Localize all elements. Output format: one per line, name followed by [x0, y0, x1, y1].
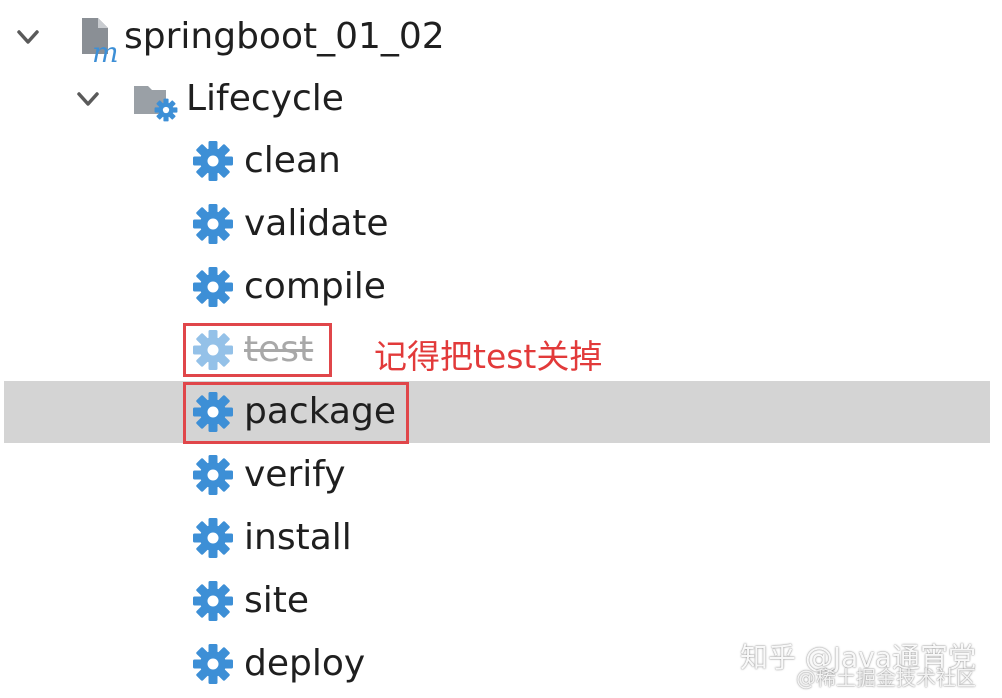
chevron-down-icon[interactable]	[74, 85, 102, 113]
phase-label: site	[244, 580, 310, 621]
lifecycle-folder-icon	[134, 86, 178, 122]
gear-icon	[192, 454, 234, 496]
highlight-box-package	[183, 382, 409, 444]
phase-package[interactable]: package	[0, 381, 1002, 443]
gear-icon	[192, 140, 234, 182]
phase-verify[interactable]: verify	[0, 444, 1002, 506]
phase-label: validate	[244, 203, 389, 244]
highlight-box-test	[183, 323, 332, 377]
gear-icon	[192, 643, 234, 685]
phase-install[interactable]: install	[0, 507, 1002, 569]
gear-icon	[192, 580, 234, 622]
chevron-down-icon[interactable]	[14, 23, 42, 51]
phase-label: deploy	[244, 643, 366, 684]
lifecycle-label: Lifecycle	[186, 78, 344, 119]
phase-label: compile	[244, 266, 386, 307]
phase-clean[interactable]: clean	[0, 130, 1002, 192]
watermark-juejin: @稀土掘金技术社区	[796, 666, 976, 690]
phase-label: install	[244, 517, 352, 558]
svg-text:m: m	[92, 36, 119, 64]
phase-label: clean	[244, 140, 341, 181]
tree-node-lifecycle[interactable]: Lifecycle	[0, 68, 1002, 130]
tree-node-project[interactable]: m springboot_01_02	[0, 6, 1002, 68]
maven-module-icon: m	[82, 18, 119, 64]
gear-icon	[192, 517, 234, 559]
gear-icon	[192, 203, 234, 245]
phase-site[interactable]: site	[0, 570, 1002, 632]
phase-compile[interactable]: compile	[0, 256, 1002, 318]
gear-icon	[192, 266, 234, 308]
phase-validate[interactable]: validate	[0, 193, 1002, 255]
project-label: springboot_01_02	[124, 16, 445, 57]
annotation-text: 记得把test关掉	[374, 337, 603, 376]
phase-label: verify	[244, 454, 346, 495]
